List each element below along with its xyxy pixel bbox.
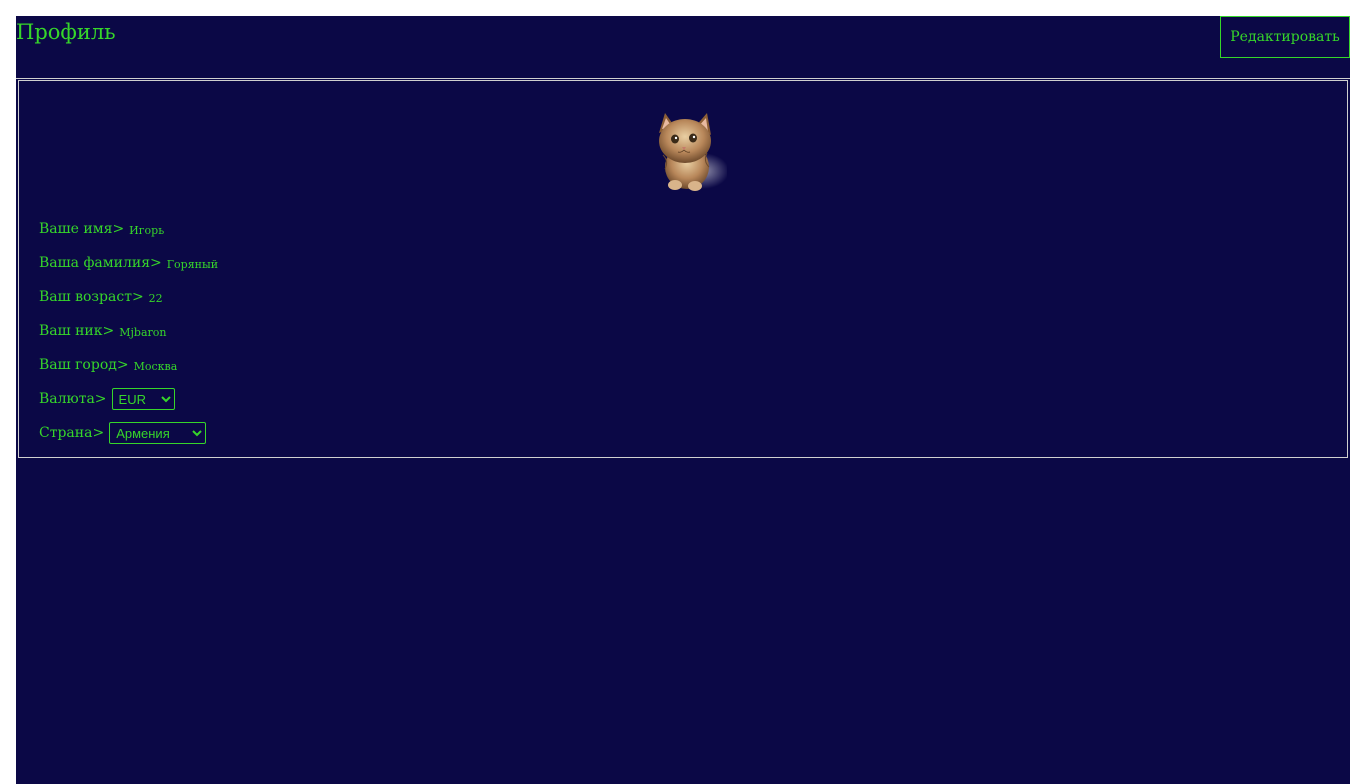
field-value: Mjbaron — [119, 325, 167, 339]
field-label: Ваш город> — [39, 357, 129, 373]
field-row-city: Ваш город> Москва — [39, 348, 218, 382]
header: Профиль Редактировать — [16, 16, 1350, 79]
field-row-currency: Валюта> EUR — [39, 382, 218, 416]
field-row-last-name: Ваша фамилия> Горяный — [39, 246, 218, 280]
page-title: Профиль — [16, 20, 116, 44]
profile-card: Ваше имя> Игорь Ваша фамилия> Горяный Ва… — [18, 80, 1348, 458]
field-row-age: Ваш возраст> 22 — [39, 280, 218, 314]
avatar — [659, 113, 727, 191]
field-label: Ваше имя> — [39, 221, 125, 237]
field-row-country: Страна> Армения — [39, 416, 218, 450]
field-row-first-name: Ваше имя> Игорь — [39, 212, 218, 246]
page: Профиль Редактировать Ваше имя> Игорь Ва… — [16, 16, 1350, 784]
country-select[interactable]: Армения — [109, 422, 207, 444]
field-value: Москва — [133, 359, 178, 373]
currency-select[interactable]: EUR — [111, 388, 175, 410]
currency-label: Валюта> — [39, 391, 107, 407]
field-value: 22 — [148, 291, 163, 305]
field-label: Ваш возраст> — [39, 289, 144, 305]
field-label: Ваша фамилия> — [39, 255, 162, 271]
field-row-nickname: Ваш ник> Mjbaron — [39, 314, 218, 348]
edit-button[interactable]: Редактировать — [1220, 16, 1350, 58]
profile-fields: Ваше имя> Игорь Ваша фамилия> Горяный Ва… — [39, 212, 218, 450]
field-value: Горяный — [166, 257, 219, 271]
field-label: Ваш ник> — [39, 323, 115, 339]
field-value: Игорь — [129, 223, 165, 237]
country-label: Страна> — [39, 425, 105, 441]
